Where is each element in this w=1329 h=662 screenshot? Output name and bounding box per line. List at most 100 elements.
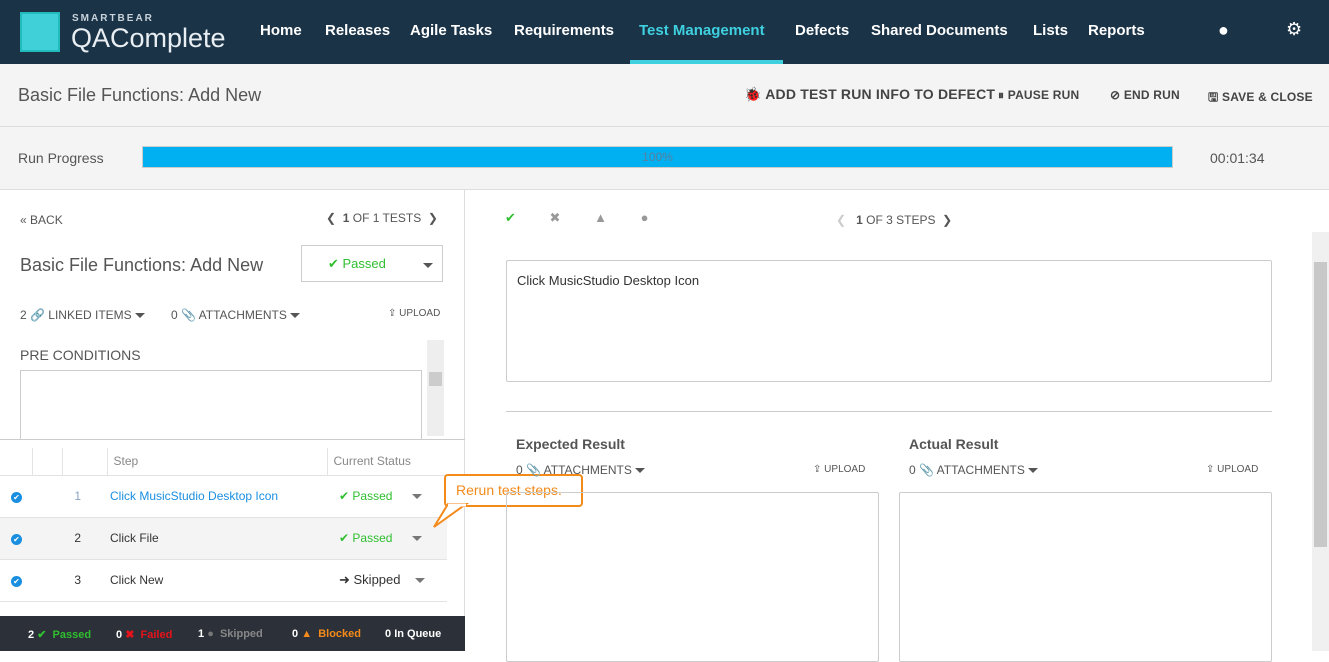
step-of: OF 3 STEPS: [866, 213, 936, 227]
save-close-button[interactable]: 🖫 SAVE & CLOSE: [1208, 88, 1313, 109]
step-status: Passed: [352, 531, 393, 545]
nav-agile-tasks[interactable]: Agile Tasks: [410, 22, 492, 39]
nav-requirements[interactable]: Requirements: [514, 22, 614, 39]
step-description: Click MusicStudio Desktop Icon: [517, 273, 700, 288]
summary-skipped: Skipped: [219, 628, 263, 640]
test-of: OF 1 TESTS: [352, 211, 422, 225]
check-circle-icon: ✔: [11, 576, 22, 587]
step-num: 2: [62, 517, 107, 560]
col-step: Step: [107, 448, 328, 476]
upload-label: UPLOAD: [399, 308, 441, 319]
step-num: 1: [62, 475, 107, 518]
steps-table: Step Current Status ✔ 1 Click MusicStudio D…: [0, 448, 447, 602]
summary-blocked: Blocked: [318, 628, 361, 640]
upload-button[interactable]: ⇪ UPLOAD: [388, 308, 440, 319]
actual-attachments-dropdown[interactable]: 0 📎 ATTACHMENTS: [909, 463, 1039, 477]
test-status-dropdown[interactable]: ✔ Passed: [301, 245, 443, 282]
step-text[interactable]: Click File: [107, 517, 327, 560]
linked-items-dropdown[interactable]: 2 🔗 LINKED ITEMS: [20, 308, 145, 322]
ban-icon: ⊘: [1110, 88, 1121, 102]
block-step-icon[interactable]: ▲: [594, 210, 607, 225]
chevron-down-icon: [423, 263, 433, 268]
qacomplete-logo-icon: [20, 12, 60, 52]
gear-icon[interactable]: ⚙: [1286, 19, 1302, 40]
check-circle-icon: ✔: [11, 534, 22, 545]
actual-result-field[interactable]: [899, 492, 1272, 662]
expected-upload-button[interactable]: ⇪ UPLOAD: [813, 464, 865, 475]
pre-conditions-field[interactable]: [20, 370, 422, 440]
nav-lists[interactable]: Lists: [1033, 22, 1068, 39]
check-circle-icon: ✔: [11, 492, 22, 503]
pre-conditions-label: PRE CONDITIONS: [20, 347, 141, 363]
table-row[interactable]: ✔ 1 Click MusicStudio Desktop Icon ✔ Passed: [0, 475, 447, 518]
brand-product: QAComplete: [71, 23, 226, 53]
prev-test-icon[interactable]: ❮: [326, 211, 336, 225]
summary-in-queue: In Queue: [394, 628, 442, 640]
progress-percent: 100%: [642, 150, 673, 164]
status-summary-bar: 2 ✔ Passed 0 ✖ Failed 1 ● Skipped 0 ▲ Bl…: [0, 616, 465, 651]
back-label: BACK: [30, 213, 63, 227]
expected-result-label: Expected Result: [516, 436, 625, 452]
pass-step-icon[interactable]: ✔: [505, 210, 516, 225]
back-link[interactable]: « BACK: [20, 213, 63, 227]
skipped-icon: ➜: [339, 572, 354, 587]
prev-step-icon[interactable]: ❮: [836, 213, 846, 227]
elapsed-time: 00:01:34: [1210, 150, 1265, 166]
nav-shared-documents[interactable]: Shared Documents: [871, 22, 1008, 39]
main-scrollbar[interactable]: [1312, 232, 1329, 651]
run-title: Basic File Functions: Add New: [18, 85, 262, 105]
next-step-icon[interactable]: ❯: [942, 213, 952, 227]
skip-step-icon[interactable]: ●: [641, 210, 649, 225]
actual-result-label: Actual Result: [909, 436, 999, 452]
test-index: 1: [342, 211, 350, 225]
summary-passed: Passed: [52, 629, 92, 641]
nav-defects[interactable]: Defects: [795, 22, 849, 39]
chevron-down-icon[interactable]: [412, 536, 423, 542]
chevron-down-icon[interactable]: [414, 578, 425, 584]
test-title: Basic File Functions: Add New: [20, 255, 264, 275]
user-icon[interactable]: ●: [1218, 20, 1229, 41]
next-test-icon[interactable]: ❯: [428, 211, 438, 225]
callout-pointer: [433, 503, 470, 528]
end-run-button[interactable]: ⊘ END RUN: [1110, 88, 1180, 102]
attachments-dropdown[interactable]: 0 📎 ATTACHMENTS: [171, 308, 301, 322]
nav-test-management[interactable]: Test Management: [639, 22, 765, 39]
progress-bar: 100%: [142, 146, 1173, 168]
add-to-defect-button[interactable]: 🐞 ADD TEST RUN INFO TO DEFECT: [744, 86, 995, 103]
end-label: END RUN: [1123, 88, 1180, 102]
nav-reports[interactable]: Reports: [1088, 22, 1145, 39]
chevron-down-icon[interactable]: [412, 494, 423, 500]
col-status: Current Status: [327, 448, 447, 476]
progress-label: Run Progress: [18, 150, 104, 166]
add-to-defect-label: ADD TEST RUN INFO TO DEFECT: [765, 86, 996, 102]
step-description-field[interactable]: Click MusicStudio Desktop Icon: [506, 260, 1272, 382]
test-pager: ❮ 1 OF 1 TESTS ❯: [326, 211, 438, 225]
table-row[interactable]: ✔ 2 Click File ✔ Passed: [0, 517, 447, 560]
save-icon: 🖫: [1208, 90, 1219, 104]
expected-result-field[interactable]: [506, 492, 879, 662]
pause-icon: ⏸: [998, 88, 1005, 102]
attachments-label: ATTACHMENTS: [198, 308, 287, 322]
expected-attachments-dropdown[interactable]: 0 📎 ATTACHMENTS: [516, 463, 646, 477]
nav-home[interactable]: Home: [260, 22, 302, 39]
table-row[interactable]: ✔ 3 Click New ➜ Skipped: [0, 559, 447, 602]
nav-releases[interactable]: Releases: [325, 22, 390, 39]
bug-icon: 🐞: [744, 86, 762, 102]
fail-step-icon[interactable]: ✖: [550, 210, 561, 225]
summary-failed: Failed: [140, 629, 173, 641]
test-status-value: Passed: [342, 256, 386, 271]
step-actions: ✔ ✖ ▲ ●: [505, 210, 648, 226]
step-text[interactable]: Click New: [107, 559, 327, 602]
linked-label: LINKED ITEMS: [48, 308, 132, 322]
pause-run-button[interactable]: ⏸ PAUSE RUN: [998, 88, 1079, 103]
step-status: Passed: [352, 489, 393, 503]
step-num: 3: [62, 559, 107, 602]
step-index: 1: [856, 213, 863, 227]
actual-upload-button[interactable]: ⇪ UPLOAD: [1206, 464, 1258, 475]
pre-conditions-scrollbar[interactable]: [427, 340, 444, 436]
step-status: Skipped: [353, 572, 401, 587]
save-close-label: SAVE & CLOSE: [1221, 90, 1313, 104]
step-text[interactable]: Click MusicStudio Desktop Icon: [107, 475, 327, 518]
pause-label: PAUSE RUN: [1007, 88, 1080, 102]
step-pager: ❮ 1 OF 3 STEPS ❯: [836, 213, 952, 227]
